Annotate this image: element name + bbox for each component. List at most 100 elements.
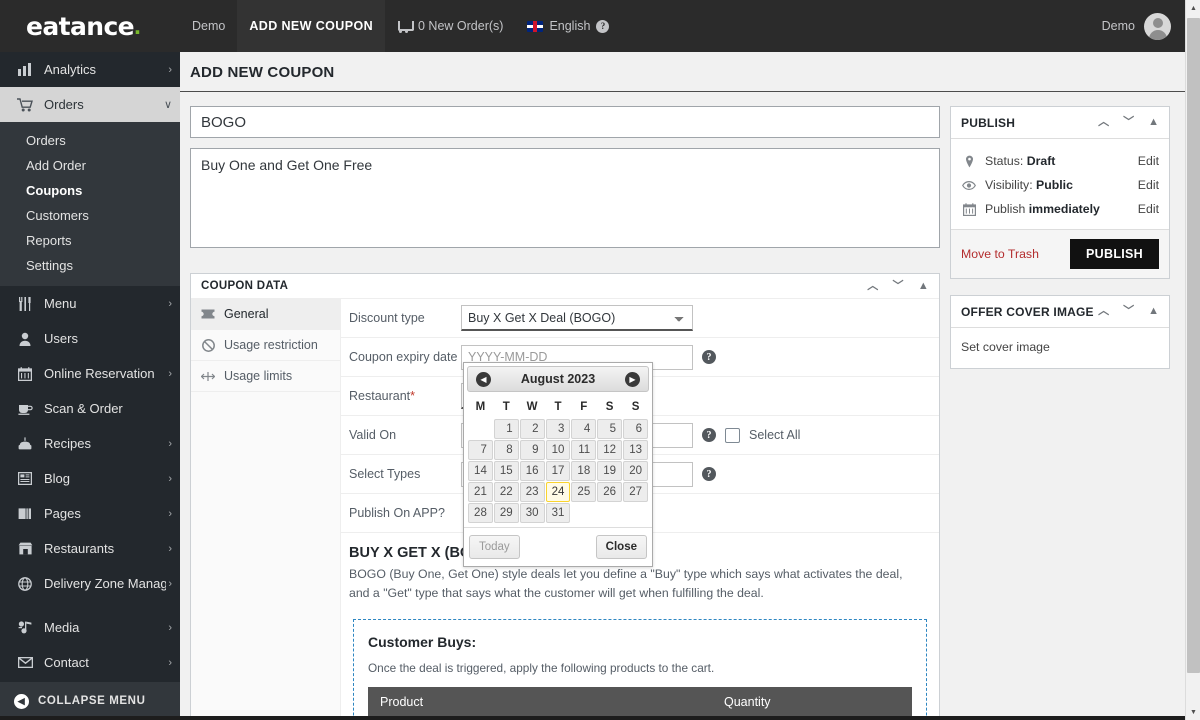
sidebar-subitem-add-order[interactable]: Add Order xyxy=(0,153,180,178)
move-up-icon[interactable]: ︿ xyxy=(867,280,878,292)
page-scrollbar[interactable]: ▲ ▼ xyxy=(1185,0,1200,720)
avatar[interactable] xyxy=(1144,12,1171,40)
date-cell-13[interactable]: 13 xyxy=(623,440,648,460)
sidebar-item-orders[interactable]: Orders ∨ xyxy=(0,87,180,122)
prev-month-icon[interactable]: ◀ xyxy=(476,371,491,387)
sidebar-subitem-reports[interactable]: Reports xyxy=(0,228,180,253)
date-cell-20[interactable]: 20 xyxy=(623,461,648,481)
move-up-icon[interactable]: ︿ xyxy=(1098,117,1109,128)
date-cell-7[interactable]: 7 xyxy=(468,440,493,460)
date-cell-11[interactable]: 11 xyxy=(571,440,597,460)
date-cell-1[interactable]: 1 xyxy=(493,419,519,439)
schedule-edit-link[interactable]: Edit xyxy=(1138,202,1159,216)
collapse-menu-button[interactable]: ◀ COLLAPSE MENU xyxy=(0,682,180,720)
date-cell-16[interactable]: 16 xyxy=(519,461,545,481)
sidebar-subitem-coupons[interactable]: Coupons xyxy=(0,178,180,203)
date-cell-30[interactable]: 30 xyxy=(519,503,545,523)
sidebar-item-scan-order[interactable]: Scan & Order xyxy=(0,391,180,426)
sidebar-item-media[interactable]: Media › xyxy=(0,610,180,645)
date-cell-4[interactable]: 4 xyxy=(571,419,597,439)
sidebar-item-pages[interactable]: Pages › xyxy=(0,496,180,531)
help-icon[interactable]: ? xyxy=(596,19,610,33)
select-all-checkbox[interactable] xyxy=(725,427,740,443)
date-cell-26[interactable]: 26 xyxy=(597,482,623,502)
sidebar-item-contact[interactable]: Contact › xyxy=(0,645,180,680)
tab-usage-restriction[interactable]: Usage restriction xyxy=(191,330,340,361)
sidebar-item-users[interactable]: Users xyxy=(0,321,180,356)
cart-icon xyxy=(14,97,36,112)
adminbar-item-demo[interactable]: Demo xyxy=(180,0,237,52)
adminbar-item-new-orders[interactable]: 0 New Order(s) xyxy=(385,0,515,52)
visibility-edit-link[interactable]: Edit xyxy=(1138,178,1159,192)
adminbar-item-language[interactable]: English ? xyxy=(515,0,621,52)
set-cover-image-link[interactable]: Set cover image xyxy=(961,340,1050,354)
date-cell-22[interactable]: 22 xyxy=(493,482,519,502)
sidebar-item-delivery-zone-manager[interactable]: Delivery Zone Manager › xyxy=(0,566,180,601)
date-cell-25[interactable]: 25 xyxy=(571,482,597,502)
sidebar-item-restaurants[interactable]: Restaurants › xyxy=(0,531,180,566)
date-picker-header: ◀ August 2023 ▶ xyxy=(467,366,649,392)
status-edit-link[interactable]: Edit xyxy=(1138,154,1159,168)
date-cell-12[interactable]: 12 xyxy=(597,440,623,460)
date-cell-3[interactable]: 3 xyxy=(545,419,571,439)
date-cell-10[interactable]: 10 xyxy=(545,440,571,460)
sidebar-subitem-settings[interactable]: Settings xyxy=(0,253,180,278)
cake-icon xyxy=(14,437,36,450)
date-cell-2[interactable]: 2 xyxy=(519,419,545,439)
help-icon[interactable]: ? xyxy=(702,350,716,364)
move-down-icon[interactable]: ﹀ xyxy=(1123,117,1134,128)
move-to-trash-link[interactable]: Move to Trash xyxy=(961,247,1039,261)
sidebar-item-menu[interactable]: Menu › xyxy=(0,286,180,321)
date-cell-9[interactable]: 9 xyxy=(519,440,545,460)
sidebar-label-media: Media xyxy=(44,620,80,635)
date-cell-23[interactable]: 23 xyxy=(519,482,545,502)
toggle-panel-icon[interactable]: ▲ xyxy=(918,280,929,292)
adminbar-user-area[interactable]: Demo xyxy=(1102,0,1185,52)
date-cell-17[interactable]: 17 xyxy=(545,461,571,481)
scrollbar-thumb[interactable] xyxy=(1187,18,1200,673)
move-up-icon[interactable]: ︿ xyxy=(1098,306,1109,317)
publish-button[interactable]: PUBLISH xyxy=(1070,239,1159,269)
date-cell-19[interactable]: 19 xyxy=(597,461,623,481)
toggle-panel-icon[interactable]: ▲ xyxy=(1148,306,1159,317)
close-datepicker-button[interactable]: Close xyxy=(595,535,647,559)
coupon-title-input[interactable] xyxy=(190,106,940,138)
coupon-description-textarea[interactable]: Buy One and Get One Free xyxy=(190,148,940,248)
date-cell-31[interactable]: 31 xyxy=(545,503,571,523)
sidebar-subitem-orders[interactable]: Orders xyxy=(0,128,180,153)
date-cell-21[interactable]: 21 xyxy=(468,482,493,502)
help-icon[interactable]: ? xyxy=(702,467,716,481)
date-cell-29[interactable]: 29 xyxy=(493,503,519,523)
next-month-icon[interactable]: ▶ xyxy=(625,371,640,387)
date-cell-27[interactable]: 27 xyxy=(623,482,648,502)
tab-general[interactable]: General xyxy=(191,299,340,330)
date-cell-24[interactable]: 24 xyxy=(545,482,571,502)
move-down-icon[interactable]: ﹀ xyxy=(1123,306,1134,317)
date-cell-28[interactable]: 28 xyxy=(468,503,493,523)
date-cell-18[interactable]: 18 xyxy=(571,461,597,481)
today-button[interactable]: Today xyxy=(469,535,520,559)
tab-usage-limits[interactable]: Usage limits xyxy=(191,361,340,392)
date-cell-14[interactable]: 14 xyxy=(468,461,493,481)
chevron-right-icon: › xyxy=(168,367,172,380)
date-cell-15[interactable]: 15 xyxy=(493,461,519,481)
scroll-up-icon[interactable]: ▲ xyxy=(1186,0,1200,16)
date-cell-5[interactable]: 5 xyxy=(597,419,623,439)
help-icon[interactable]: ? xyxy=(702,428,716,442)
toggle-panel-icon[interactable]: ▲ xyxy=(1148,117,1159,128)
sidebar-item-online-reservation[interactable]: Online Reservation › xyxy=(0,356,180,391)
discount-type-select[interactable]: Buy X Get X Deal (BOGO) xyxy=(461,305,693,331)
sidebar-item-recipes[interactable]: Recipes › xyxy=(0,426,180,461)
scroll-down-icon[interactable]: ▼ xyxy=(1186,704,1200,720)
date-cell-6[interactable]: 6 xyxy=(623,419,648,439)
move-down-icon[interactable]: ﹀ xyxy=(893,280,904,292)
tab-usage-restriction-label: Usage restriction xyxy=(224,338,318,352)
adminbar-item-add-new-coupon[interactable]: ADD NEW COUPON xyxy=(237,0,385,52)
sidebar-subitem-customers[interactable]: Customers xyxy=(0,203,180,228)
sidebar-item-analytics[interactable]: Analytics › xyxy=(0,52,180,87)
sidebar-item-blog[interactable]: Blog › xyxy=(0,461,180,496)
date-picker-footer: Today Close xyxy=(464,527,652,566)
weekday-mon: M xyxy=(475,401,486,413)
date-cell-8[interactable]: 8 xyxy=(493,440,519,460)
brand-logo[interactable]: eatance. xyxy=(0,0,180,52)
